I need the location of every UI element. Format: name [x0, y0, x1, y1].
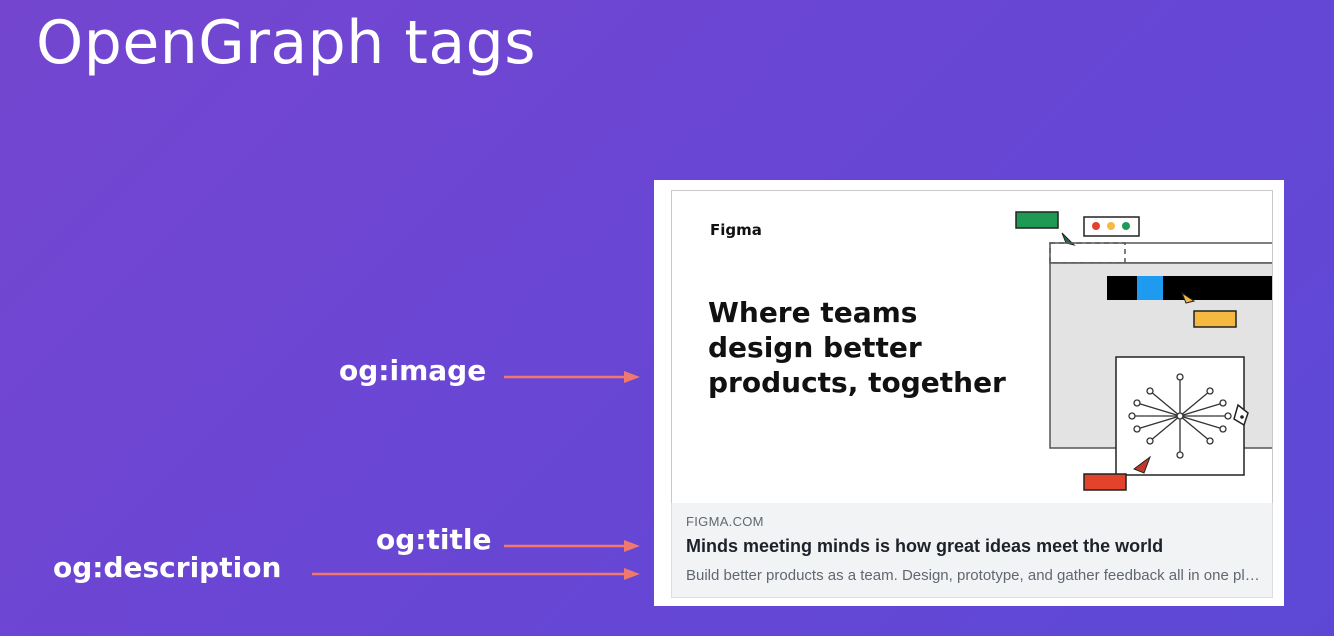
- label-og-description: og:description: [53, 551, 282, 584]
- green-block: [1015, 211, 1059, 229]
- blue-block: [1137, 276, 1163, 300]
- link-preview-card[interactable]: Figma Where teams design better products…: [654, 180, 1284, 606]
- og-image-preview[interactable]: Figma Where teams design better products…: [671, 190, 1273, 504]
- preview-title[interactable]: Minds meeting minds is how great ideas m…: [686, 536, 1163, 557]
- arrow-right-icon: [504, 540, 640, 552]
- traffic-lights-icon: [1083, 216, 1140, 237]
- illustration: [1015, 211, 1272, 491]
- red-block: [1083, 473, 1127, 491]
- brand-logo: Figma: [710, 221, 762, 239]
- site-domain: FIGMA.COM: [686, 514, 764, 529]
- preview-description: Build better products as a team. Design,…: [686, 567, 1261, 584]
- preview-headline: Where teams design better products, toge…: [708, 296, 1006, 399]
- slide-title: OpenGraph tags: [36, 8, 537, 78]
- arrow-right-icon: [504, 371, 640, 383]
- yellow-block: [1193, 310, 1237, 328]
- arrow-right-icon: [312, 568, 640, 580]
- label-og-title: og:title: [376, 523, 492, 556]
- label-og-image: og:image: [339, 354, 487, 387]
- preview-meta[interactable]: FIGMA.COM Minds meeting minds is how gre…: [671, 503, 1273, 598]
